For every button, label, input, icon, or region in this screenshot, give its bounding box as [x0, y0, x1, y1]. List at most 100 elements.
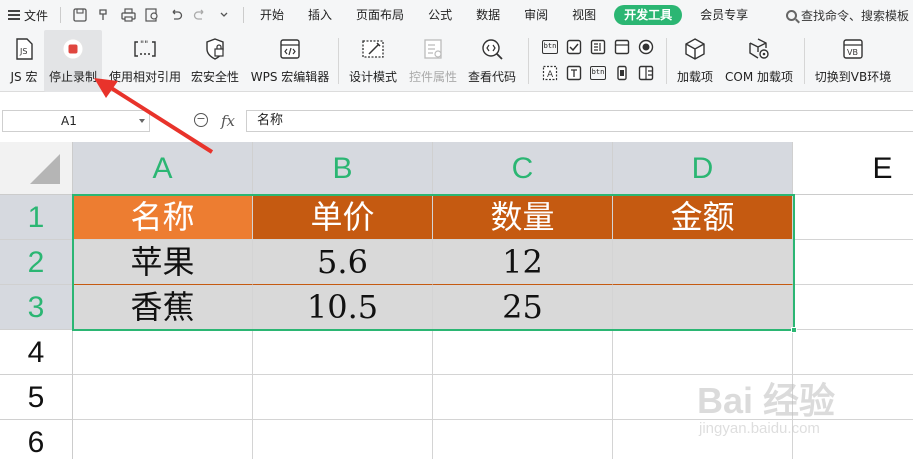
- tab-developer[interactable]: 开发工具: [614, 5, 683, 25]
- tab-page-layout[interactable]: 页面布局: [344, 0, 416, 30]
- formula-input[interactable]: 名称: [246, 110, 913, 132]
- label-control[interactable]: A: [538, 60, 562, 86]
- cube-icon: [682, 36, 708, 62]
- table-cell[interactable]: 12: [433, 240, 613, 285]
- table-cell[interactable]: 苹果: [73, 240, 253, 285]
- table-cell[interactable]: 5.6: [253, 240, 433, 285]
- addins-label: 加载项: [676, 70, 713, 84]
- option-button-control[interactable]: [634, 34, 658, 60]
- row-header-6[interactable]: 6: [0, 420, 73, 459]
- table-cell[interactable]: 香蕉: [73, 285, 253, 330]
- tab-member[interactable]: 会员专享: [688, 0, 760, 30]
- stop-record-button[interactable]: 停止录制: [44, 30, 102, 92]
- save-icon[interactable]: [71, 6, 89, 24]
- checkbox-control[interactable]: [562, 34, 586, 60]
- command-search[interactable]: 查找命令、搜索模板: [785, 7, 913, 24]
- empty-cell[interactable]: [793, 195, 913, 240]
- text-box-control[interactable]: [562, 60, 586, 86]
- empty-cell[interactable]: [793, 240, 913, 285]
- menu-bar: 文件 开始 插入 页面布局 公式 数据 审阅 视图 开发工具 会员专享 查找命令…: [0, 0, 913, 30]
- undo-icon[interactable]: [167, 6, 185, 24]
- relative-reference-icon: "": [132, 36, 158, 62]
- empty-cell[interactable]: [73, 330, 253, 375]
- select-all-triangle-icon: [30, 154, 60, 184]
- table-cell[interactable]: [613, 285, 793, 330]
- chevron-down-icon[interactable]: [215, 6, 233, 24]
- row-header-2[interactable]: 2: [0, 240, 73, 285]
- tab-formulas[interactable]: 公式: [416, 0, 464, 30]
- tab-review[interactable]: 审阅: [512, 0, 560, 30]
- empty-cell[interactable]: [433, 330, 613, 375]
- file-menu[interactable]: 文件: [0, 0, 56, 30]
- search-placeholder: 查找命令、搜索模板: [800, 8, 909, 23]
- switch-vb-label: 切换到VB环境: [814, 70, 892, 84]
- spin-button-control[interactable]: [634, 60, 658, 86]
- row-header-1[interactable]: 1: [0, 195, 73, 240]
- empty-cell[interactable]: [253, 375, 433, 420]
- empty-cell[interactable]: [253, 330, 433, 375]
- empty-cell[interactable]: [613, 330, 793, 375]
- column-header-a[interactable]: A: [73, 142, 253, 195]
- control-properties-icon: [420, 36, 446, 62]
- empty-cell[interactable]: [253, 420, 433, 459]
- column-header-c[interactable]: C: [433, 142, 613, 195]
- button-control[interactable]: btn: [538, 34, 562, 60]
- column-header-b[interactable]: B: [253, 142, 433, 195]
- scrollbar-icon: [617, 65, 627, 81]
- tab-view[interactable]: 视图: [560, 0, 608, 30]
- select-all-corner[interactable]: [0, 142, 73, 195]
- zoom-icon[interactable]: −: [194, 113, 208, 127]
- list-box-icon: [590, 39, 606, 55]
- print-preview-icon[interactable]: [143, 6, 161, 24]
- scrollbar-control[interactable]: [610, 60, 634, 86]
- table-header-cell[interactable]: 单价: [253, 195, 433, 240]
- fx-icon[interactable]: fx: [221, 112, 235, 130]
- wps-macro-editor-button[interactable]: WPS 宏编辑器: [248, 30, 332, 92]
- combo-box-control[interactable]: [610, 34, 634, 60]
- table-header-cell[interactable]: 金额: [613, 195, 793, 240]
- vb-window-icon: VB: [840, 36, 866, 62]
- tab-insert[interactable]: 插入: [296, 0, 344, 30]
- empty-cell[interactable]: [433, 420, 613, 459]
- empty-cell[interactable]: [73, 375, 253, 420]
- control-properties-button[interactable]: 控件属性: [404, 30, 462, 92]
- row-header-3[interactable]: 3: [0, 285, 73, 330]
- column-header-d[interactable]: D: [613, 142, 793, 195]
- list-box-control[interactable]: [586, 34, 610, 60]
- table-cell[interactable]: [613, 240, 793, 285]
- empty-cell[interactable]: [793, 285, 913, 330]
- print-icon[interactable]: [119, 6, 137, 24]
- command-button-control[interactable]: btn: [586, 60, 610, 86]
- table-cell[interactable]: 10.5: [253, 285, 433, 330]
- js-macro-button[interactable]: JS JS 宏: [4, 30, 44, 92]
- addins-button[interactable]: 加载项: [672, 30, 718, 92]
- relative-reference-button[interactable]: "" 使用相对引用: [106, 30, 184, 92]
- divider: [528, 38, 529, 84]
- table-header-cell[interactable]: 名称: [73, 195, 253, 240]
- tab-home[interactable]: 开始: [248, 0, 296, 30]
- empty-cell[interactable]: [433, 375, 613, 420]
- name-box[interactable]: A1: [2, 110, 150, 132]
- format-painter-icon[interactable]: [95, 6, 113, 24]
- view-code-button[interactable]: 查看代码: [464, 30, 520, 92]
- file-menu-label: 文件: [24, 8, 49, 23]
- empty-cell[interactable]: [793, 330, 913, 375]
- design-mode-button[interactable]: 设计模式: [344, 30, 402, 92]
- control-properties-label: 控件属性: [408, 70, 457, 84]
- table-cell[interactable]: 25: [433, 285, 613, 330]
- row-header-4[interactable]: 4: [0, 330, 73, 375]
- empty-cell[interactable]: [73, 420, 253, 459]
- column-header-e[interactable]: E: [793, 142, 913, 195]
- table-header-cell[interactable]: 数量: [433, 195, 613, 240]
- divider: [666, 38, 667, 84]
- macro-security-button[interactable]: 宏安全性: [186, 30, 244, 92]
- tab-data[interactable]: 数据: [464, 0, 512, 30]
- redo-icon[interactable]: [191, 6, 209, 24]
- relative-reference-label: 使用相对引用: [108, 70, 181, 84]
- switch-vb-button[interactable]: VB 切换到VB环境: [810, 30, 896, 92]
- chevron-down-icon[interactable]: [139, 119, 145, 123]
- hamburger-icon: [8, 10, 20, 20]
- divider: [60, 7, 62, 23]
- row-header-5[interactable]: 5: [0, 375, 73, 420]
- com-addins-button[interactable]: COM 加载项: [722, 30, 796, 92]
